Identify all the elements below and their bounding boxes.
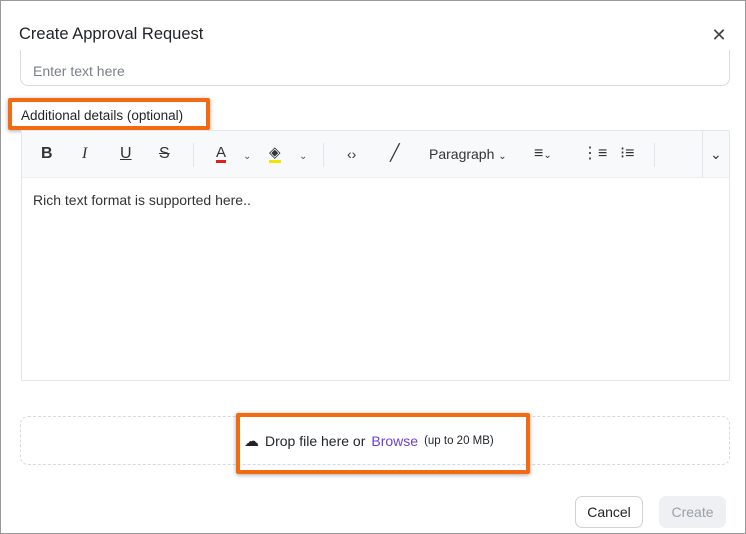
highlight-fill-icon[interactable]: ◈	[269, 145, 281, 163]
dropzone-text: ☁ Drop file here or Browse (up to 20 MB)	[244, 432, 494, 450]
close-icon[interactable]: ✕	[710, 25, 728, 46]
browse-link[interactable]: Browse	[371, 433, 418, 449]
paragraph-dropdown[interactable]: Paragraph ⌄	[429, 145, 507, 166]
details-label: Additional details (optional)	[21, 108, 184, 123]
ordered-list-icon[interactable]: ⋮≡	[582, 145, 607, 163]
font-color-button[interactable]: A	[216, 145, 227, 163]
slash-icon[interactable]: ╱	[390, 145, 400, 163]
size-limit: (up to 20 MB)	[424, 435, 494, 447]
chevron-down-icon: ⌄	[498, 151, 507, 162]
rich-text-editor: B I U S A ⌄ ◈ ⌄ ‹› ╱ Paragraph ⌄ ≡⌄ ⋮≡ ⁝…	[21, 130, 730, 381]
chevron-down-icon[interactable]: ⌄	[299, 148, 307, 166]
cancel-button[interactable]: Cancel	[575, 496, 643, 528]
underline-button[interactable]: U	[120, 145, 132, 163]
dialog-title: Create Approval Request	[19, 25, 204, 43]
create-button[interactable]: Create	[659, 496, 726, 528]
chevron-down-icon[interactable]: ⌄	[243, 148, 251, 166]
more-chevron-icon[interactable]: ⌄	[710, 145, 722, 163]
code-icon[interactable]: ‹›	[347, 145, 356, 163]
bullet-list-icon[interactable]: ⁝≡	[620, 145, 634, 163]
bold-button[interactable]: B	[41, 145, 53, 163]
drop-label: Drop file here or	[265, 433, 366, 449]
editor-toolbar: B I U S A ⌄ ◈ ⌄ ‹› ╱ Paragraph ⌄ ≡⌄ ⋮≡ ⁝…	[22, 131, 729, 178]
editor-content[interactable]: Rich text format is supported here..	[22, 178, 729, 222]
italic-button[interactable]: I	[82, 145, 87, 163]
align-icon[interactable]: ≡⌄	[534, 145, 552, 165]
cloud-upload-icon: ☁	[244, 433, 259, 450]
paragraph-label: Paragraph	[429, 146, 495, 162]
strikethrough-button[interactable]: S	[159, 145, 170, 163]
title-input[interactable]: Enter text here	[20, 50, 730, 86]
